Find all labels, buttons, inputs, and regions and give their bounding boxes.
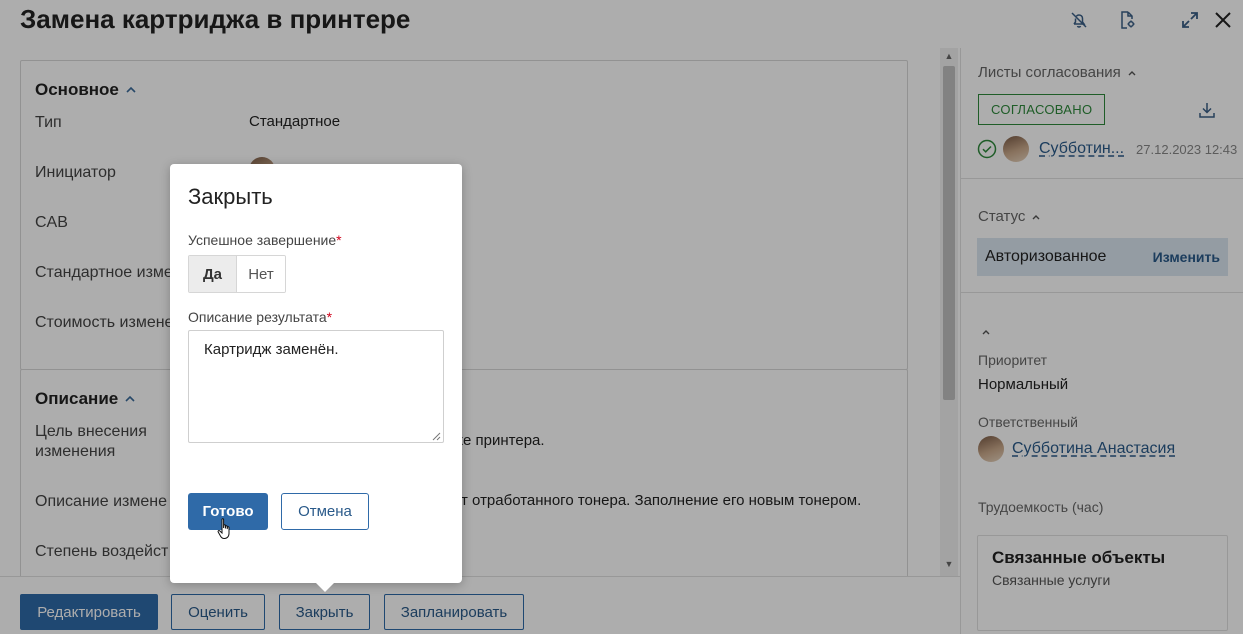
- cancel-button[interactable]: Отмена: [281, 493, 369, 530]
- change-request-page: Замена картриджа в принтере Основное Тип…: [0, 0, 1243, 634]
- success-label-row: Успешное завершение*: [188, 232, 342, 248]
- dialog-title: Закрыть: [188, 184, 273, 209]
- required-mark: *: [336, 232, 342, 248]
- dialog-pointer: [315, 582, 335, 592]
- success-no-option[interactable]: Нет: [237, 256, 285, 292]
- required-mark: *: [326, 309, 333, 325]
- resize-grip-icon[interactable]: [431, 431, 441, 441]
- success-label: Успешное завершение: [188, 232, 337, 248]
- hand-cursor-icon: [217, 518, 230, 539]
- close-dialog: Закрыть Успешное завершение* Да Нет Опис…: [170, 164, 462, 583]
- success-yes-option[interactable]: Да: [189, 256, 237, 292]
- result-description-textarea[interactable]: Картридж заменён.: [188, 330, 444, 443]
- result-label: Описание результата: [188, 309, 327, 325]
- result-label-row: Описание результата*: [188, 309, 332, 325]
- success-toggle: Да Нет: [188, 255, 286, 293]
